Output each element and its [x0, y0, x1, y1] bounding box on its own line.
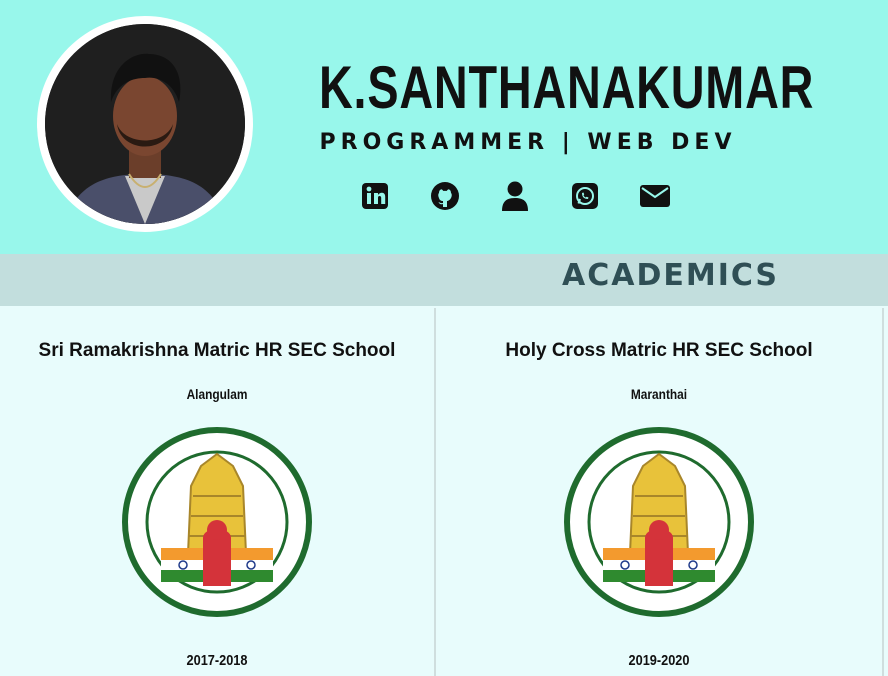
github-icon[interactable]: [430, 180, 460, 212]
whatsapp-icon[interactable]: [570, 180, 600, 212]
school-years: 2017-2018: [186, 652, 248, 669]
profile-name: K.SANTHANAKUMAR: [318, 54, 815, 121]
social-links: [360, 176, 670, 216]
school-name: Holy Cross Matric HR SEC School: [505, 340, 813, 361]
school-location: Maranthai: [630, 386, 688, 402]
linkedin-icon[interactable]: [360, 180, 390, 212]
tamil-nadu-emblem-icon: [122, 427, 312, 617]
avatar-ring: [37, 16, 253, 232]
school-location: Alangulam: [186, 386, 248, 402]
avatar: [45, 24, 245, 224]
section-title: ACADEMICS: [562, 258, 780, 293]
profile-role: PROGRAMMER | WEB DEV: [319, 130, 737, 155]
school-years: 2019-2020: [628, 652, 690, 669]
academic-card: Sri Ramakrishna Matric HR SEC School Ala…: [0, 308, 436, 676]
tamil-nadu-emblem-icon: [564, 427, 754, 617]
school-name: Sri Ramakrishna Matric HR SEC School: [38, 340, 396, 361]
user-icon[interactable]: [500, 180, 530, 212]
profile-header: K.SANTHANAKUMAR PROGRAMMER | WEB DEV: [0, 0, 888, 254]
mail-icon[interactable]: [640, 180, 670, 212]
academic-card: Holy Cross Matric HR SEC School Marantha…: [436, 308, 884, 676]
